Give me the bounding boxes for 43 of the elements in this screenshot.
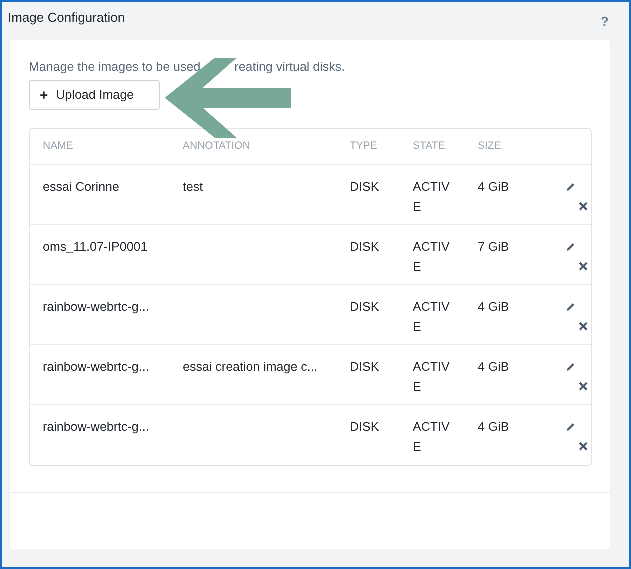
column-header: ANNOTATION: [183, 140, 250, 152]
table-cell: essai Corinne: [43, 180, 120, 194]
table-cell: DISK: [350, 360, 380, 374]
table-cell-text: ACTIVE: [413, 359, 451, 396]
table-cell-text: ACTIVE: [413, 419, 451, 456]
edit-icon[interactable]: [566, 362, 576, 372]
window-title: Image Configuration: [8, 10, 126, 25]
table-cell: 4 GiB: [478, 360, 510, 374]
table-cell: DISK: [350, 180, 380, 194]
edit-icon[interactable]: [566, 182, 576, 192]
table-cell-text: ACTIVE: [413, 299, 451, 336]
edit-icon[interactable]: [566, 302, 576, 312]
table-cell: 4 GiB: [478, 420, 510, 434]
table-cell: 4 GiB: [478, 300, 510, 314]
column-header: NAME: [43, 140, 74, 152]
delete-icon[interactable]: [579, 382, 588, 391]
table-cell: 4 GiB: [478, 180, 510, 194]
delete-icon[interactable]: [579, 322, 588, 331]
delete-icon[interactable]: [579, 262, 588, 271]
description-text: reating virtual disks.: [234, 59, 346, 76]
delete-icon[interactable]: [579, 202, 588, 211]
upload-image-button[interactable]: + Upload Image: [29, 80, 160, 110]
delete-icon[interactable]: [579, 442, 588, 451]
table-cell: test: [183, 180, 204, 194]
table-cell-text: ACTIVE: [413, 239, 451, 276]
table-cell: essai creation image c...: [183, 360, 318, 374]
help-link[interactable]: ?: [601, 12, 609, 32]
table-cell: oms_11.07-IP0001: [43, 240, 148, 254]
table-cell: DISK: [350, 300, 380, 314]
table-cell-text: ACTIVE: [413, 179, 451, 216]
plus-icon: +: [40, 84, 48, 106]
table-cell: DISK: [350, 420, 380, 434]
edit-icon[interactable]: [566, 422, 576, 432]
table-cell: DISK: [350, 240, 380, 254]
table-cell: 7 GiB: [478, 240, 510, 254]
description-text: Manage the images to be used: [29, 59, 201, 76]
table-cell: rainbow-webrtc-g...: [43, 300, 150, 314]
table-cell: rainbow-webrtc-g...: [43, 360, 150, 374]
column-header: STATE: [413, 140, 446, 152]
column-header: SIZE: [478, 140, 502, 152]
column-header: TYPE: [350, 140, 378, 152]
table-cell: rainbow-webrtc-g...: [43, 420, 150, 434]
edit-icon[interactable]: [566, 242, 576, 252]
